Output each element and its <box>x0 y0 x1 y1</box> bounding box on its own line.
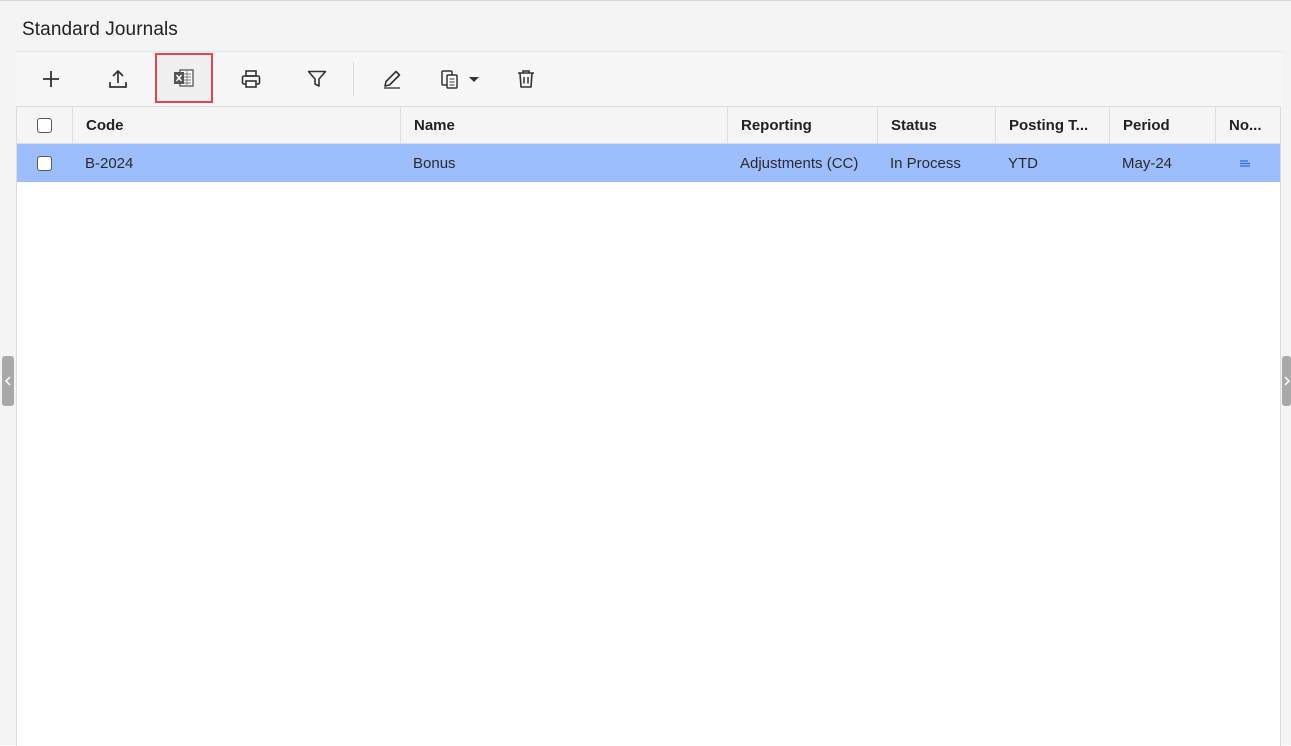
right-panel-toggle[interactable] <box>1282 356 1291 406</box>
filter-icon <box>307 70 327 87</box>
trash-icon <box>518 70 534 88</box>
cell-posting-type: YTD <box>1008 154 1038 172</box>
cell-notes <box>1215 144 1282 182</box>
grid-header: Code Name Reporting Status Posting T... … <box>17 106 1280 144</box>
excel-icon <box>174 69 194 87</box>
cell-name: Bonus <box>413 154 456 172</box>
chevron-left-icon <box>4 376 11 386</box>
row-select-cell <box>17 144 72 182</box>
select-all-cell <box>17 107 72 143</box>
select-all-checkbox[interactable] <box>37 117 52 133</box>
printer-icon <box>241 70 261 88</box>
journals-grid: Code Name Reporting Status Posting T... … <box>16 106 1281 746</box>
edit-button[interactable] <box>372 58 412 100</box>
left-panel-toggle[interactable] <box>2 356 14 406</box>
cell-code: B-2024 <box>85 154 134 172</box>
cell-period: May-24 <box>1122 154 1173 172</box>
table-row[interactable]: B-2024 Bonus Adjustments (CC) In Process… <box>17 144 1280 182</box>
export-excel-button[interactable] <box>155 53 213 103</box>
column-header-posting-type[interactable]: Posting T... <box>995 107 1109 143</box>
toolbar <box>16 51 1282 106</box>
copy-dropdown-button[interactable] <box>436 58 486 100</box>
column-header-notes[interactable]: No... <box>1215 107 1282 143</box>
cell-status: In Process <box>890 154 961 172</box>
chevron-right-icon <box>1283 376 1290 386</box>
upload-icon <box>109 70 127 88</box>
column-header-code[interactable]: Code <box>72 107 400 143</box>
toolbar-separator <box>353 62 354 96</box>
cell-reporting: Adjustments (CC) <box>740 154 859 172</box>
row-checkbox[interactable] <box>37 155 52 171</box>
page-title: Standard Journals <box>22 19 178 40</box>
column-header-reporting[interactable]: Reporting <box>727 107 877 143</box>
column-header-name[interactable]: Name <box>400 107 727 143</box>
plus-icon <box>43 71 59 87</box>
print-button[interactable] <box>231 58 271 100</box>
upload-button[interactable] <box>98 58 138 100</box>
note-lines-icon[interactable] <box>1239 158 1251 168</box>
column-header-period[interactable]: Period <box>1109 107 1215 143</box>
pencil-icon <box>384 70 401 89</box>
column-header-status[interactable]: Status <box>877 107 995 143</box>
app-window: Standard Journals Code Name Reporting St… <box>0 0 1291 746</box>
add-button[interactable] <box>31 58 71 100</box>
delete-button[interactable] <box>506 58 546 100</box>
filter-button[interactable] <box>297 58 337 100</box>
copy-dropdown-icon <box>441 70 479 89</box>
